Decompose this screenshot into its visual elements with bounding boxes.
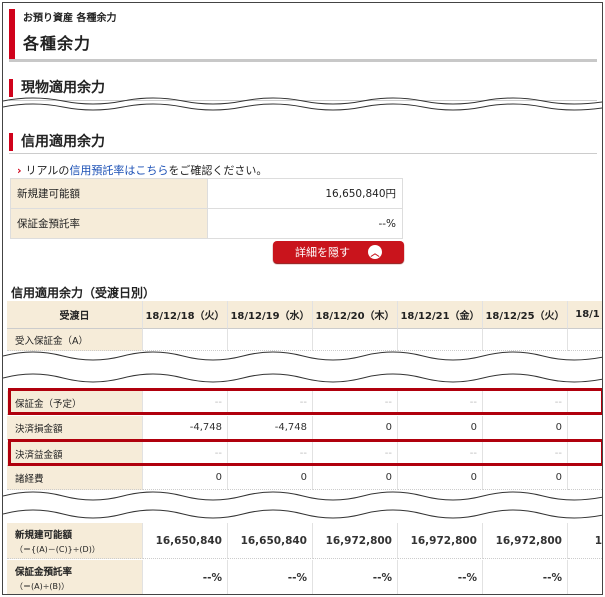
by-date-title: 信用適用余力（受渡日別） <box>11 286 156 300</box>
hide-details-label: 詳細を隠す <box>295 246 350 259</box>
table-cell: -4,748 <box>228 416 313 440</box>
table-cell: 0 <box>483 466 568 490</box>
table-cell: 0 <box>228 466 313 490</box>
table-cell: 16,972,800 <box>483 523 568 559</box>
summary-value: 16,650,840円 <box>207 178 403 209</box>
table-cell: --% <box>313 560 398 594</box>
row-formula: （＝(A)÷(B)） <box>15 581 70 591</box>
highlight-margin-planned <box>8 388 602 415</box>
table-cell: 0 <box>398 416 483 440</box>
table-cell: 16,650,840 <box>228 523 313 559</box>
date-header: 18/12/21（金） <box>398 301 483 329</box>
table-cell: 0 <box>398 466 483 490</box>
margin-summary-table: 新規建可能額 16,650,840円 保証金預託率 --% <box>10 178 403 239</box>
table-cell: 0 <box>313 466 398 490</box>
table-cell: -4,748 <box>143 416 228 440</box>
table-cell: 16,650,840 <box>143 523 228 559</box>
cut-wave <box>3 97 602 111</box>
table-cell <box>568 416 602 440</box>
table-cell: --% <box>483 560 568 594</box>
note-prefix: リアルの <box>25 164 70 177</box>
breadcrumb: お預り資産 各種余力 <box>23 13 117 24</box>
highlight-settle-profit <box>8 439 602 466</box>
row-label: 新規建可能額 （＝{(A)－(C)}÷(D)） <box>7 523 143 559</box>
table-row: 新規建可能額 16,650,840円 <box>10 178 403 209</box>
table-cell: 16,972,800 <box>398 523 483 559</box>
summary-label: 新規建可能額 <box>10 178 208 209</box>
table-row: 保証金預託率 --% <box>10 208 403 239</box>
date-header: 18/12/20（木） <box>313 301 398 329</box>
table-cell: 1 <box>568 523 602 559</box>
summary-label: 保証金預託率 <box>10 208 208 239</box>
date-header: 18/12/25（火） <box>483 301 568 329</box>
table-cell: 0 <box>313 416 398 440</box>
chevron-up-icon: ︿ <box>368 245 382 259</box>
table-cell: --% <box>143 560 228 594</box>
table-cell <box>568 466 602 490</box>
page-header: お預り資産 各種余力 各種余力 <box>9 9 597 61</box>
date-header: 18/1 <box>568 301 602 329</box>
row-formula: （＝{(A)－(C)}÷(D)） <box>15 544 100 554</box>
note-suffix: をご確認ください。 <box>168 164 268 177</box>
table-cell: 16,972,800 <box>313 523 398 559</box>
cash-section-title: 現物適用余力 <box>9 79 105 97</box>
deposit-rate-link[interactable]: 信用預託率はこちら <box>69 164 168 177</box>
table-cell: 0 <box>143 466 228 490</box>
margin-section-title: 信用適用余力 <box>9 133 105 151</box>
row-label-text: 保証金預託率 <box>15 566 73 578</box>
table-cell: --% <box>228 560 313 594</box>
cut-wave <box>3 491 602 519</box>
row-label: 保証金預託率 （＝(A)÷(B)） <box>7 560 143 594</box>
header-divider <box>9 59 597 62</box>
table-cell: --% <box>398 560 483 594</box>
date-header: 18/12/18（火） <box>143 301 228 329</box>
page-title: 各種余力 <box>23 34 92 53</box>
margin-note: › リアルの信用預託率はこちらをご確認ください。 <box>17 162 267 178</box>
hide-details-button[interactable]: 詳細を隠す ︿ <box>273 241 404 263</box>
cut-wave <box>3 351 602 383</box>
table-cell <box>568 560 602 594</box>
date-header: 18/12/19（水） <box>228 301 313 329</box>
section-divider <box>9 153 597 154</box>
table-cell: 0 <box>483 416 568 440</box>
row-label: 決済損金額 <box>7 416 143 440</box>
page-frame: お預り資産 各種余力 各種余力 現物適用余力 信用適用余力 › リアルの信用預託率… <box>2 2 603 595</box>
chevron-right-icon: › <box>17 164 22 177</box>
row-label-text: 新規建可能額 <box>15 529 73 541</box>
summary-value: --% <box>207 208 403 239</box>
corner-header: 受渡日 <box>7 301 143 329</box>
row-label: 諸経費 <box>7 466 143 490</box>
